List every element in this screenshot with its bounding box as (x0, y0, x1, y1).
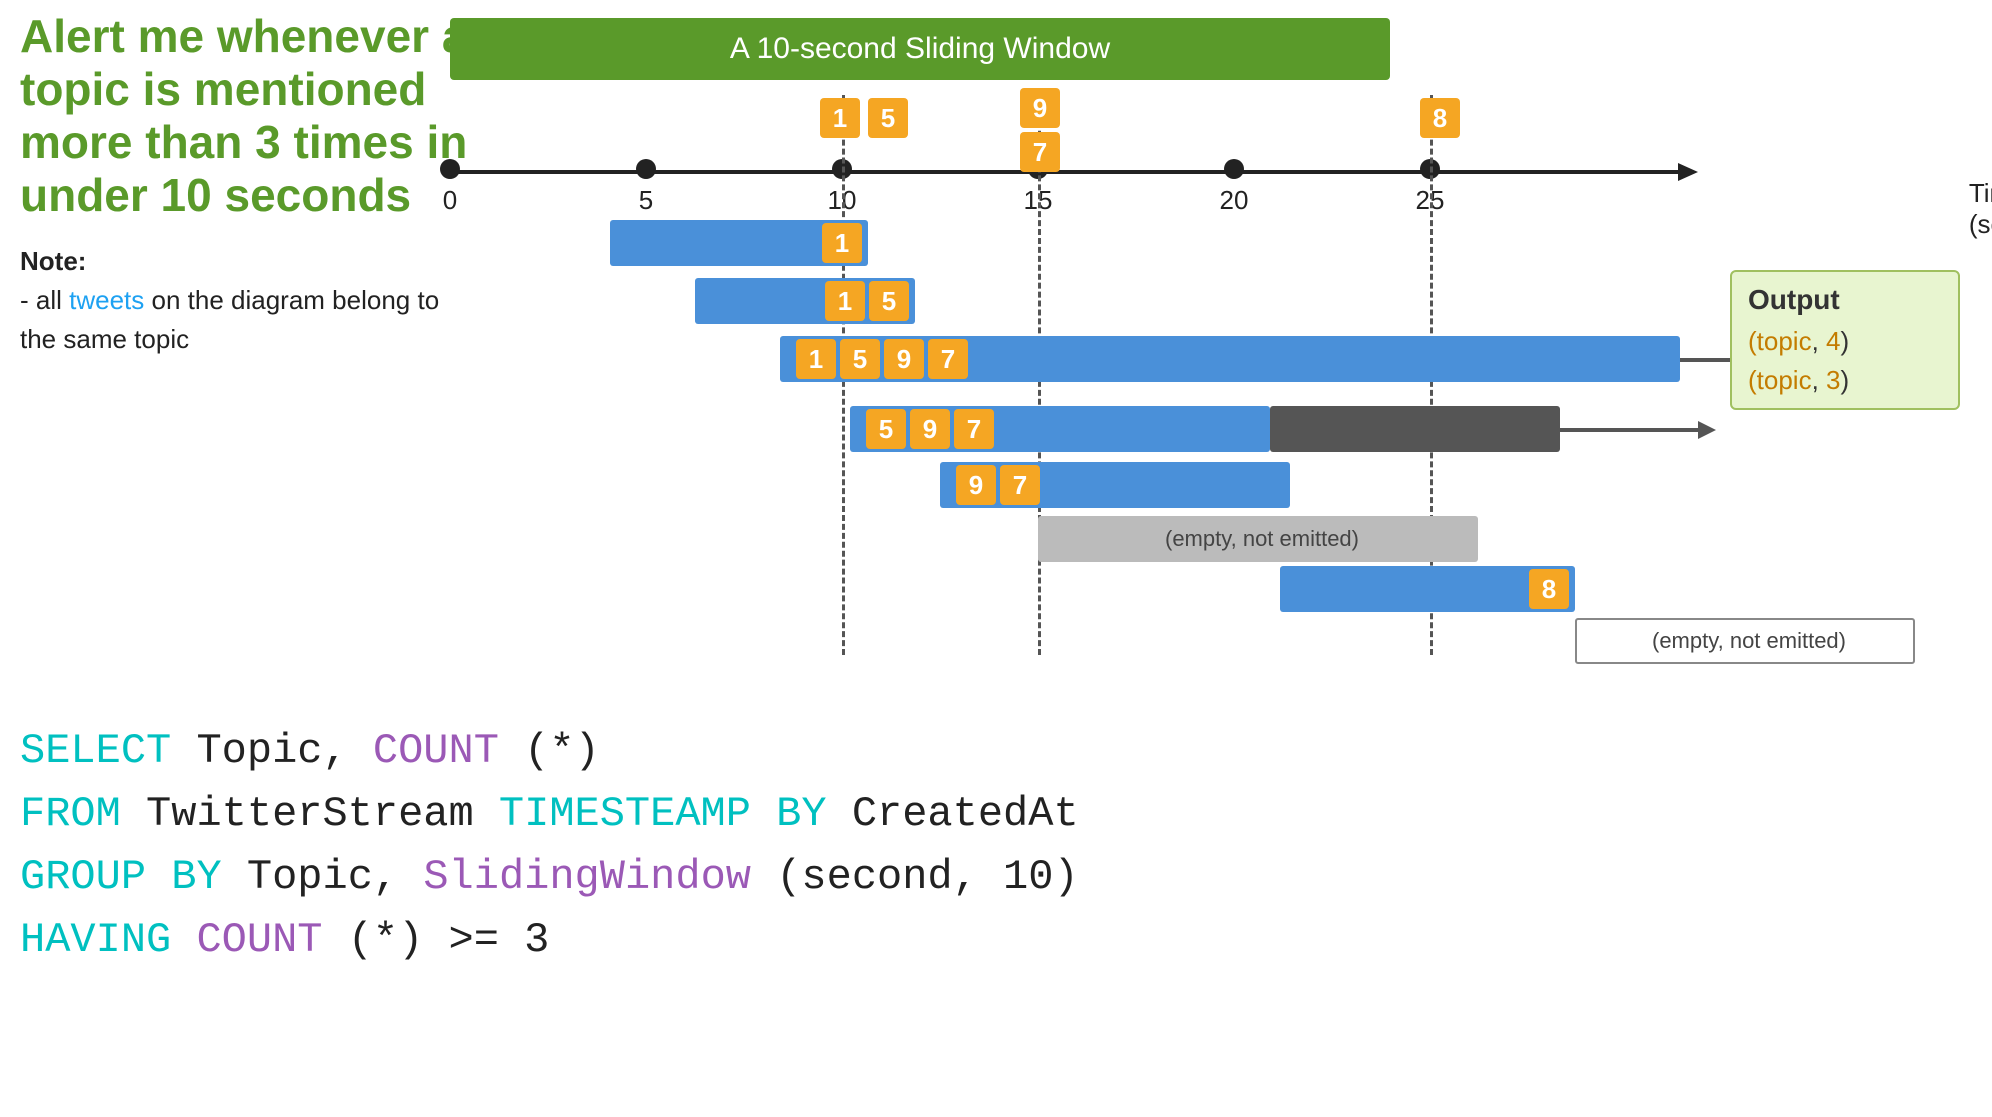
badge-top-5: 5 (868, 98, 908, 138)
badge-top-1: 1 (820, 98, 860, 138)
empty-label-2: (empty, not emitted) (1652, 628, 1846, 654)
bar2-badge-5: 5 (869, 281, 909, 321)
timeline-dot-20 (1224, 159, 1244, 179)
sql-star1: (*) (524, 727, 600, 775)
sql-having-rest: (*) >= 3 (348, 916, 550, 964)
bar3-badge-5: 5 (840, 339, 880, 379)
output-arrow-head-4 (1698, 421, 1716, 439)
bar2-badge-1: 1 (825, 281, 865, 321)
tweets-highlight: tweets (69, 285, 144, 315)
alert-text: Alert me whenever a topic is mentioned m… (20, 10, 480, 222)
sql-line3: GROUP BY Topic, SlidingWindow (second, 1… (20, 846, 1220, 909)
note-label: Note (20, 246, 78, 276)
window-bar-3: 1 5 9 7 (780, 336, 1680, 382)
window-bar-gray-2: (empty, not emitted) (1575, 618, 1915, 664)
output-box: Output (topic, 4) (topic, 3) (1730, 270, 1960, 410)
bar4-badges: 5 9 7 (866, 409, 994, 449)
bar4-badge-7: 7 (954, 409, 994, 449)
alert-line1: Alert me whenever a (20, 10, 467, 62)
left-panel: Alert me whenever a topic is mentioned m… (20, 10, 480, 359)
time-label-5: 5 (639, 185, 653, 216)
sql-createdat: CreatedAt (852, 790, 1079, 838)
sql-slidingwindow: SlidingWindow (423, 853, 751, 901)
window-bar-gray-1: (empty, not emitted) (1038, 516, 1478, 562)
diagram-area: A 10-second Sliding Window 0 5 10 15 20 … (420, 10, 1960, 710)
bar1-badges: 1 (822, 223, 862, 263)
window-bar-4-ext (1270, 406, 1560, 452)
output-arrow-4 (1560, 428, 1700, 432)
empty-label-1: (empty, not emitted) (1165, 526, 1359, 552)
bar3-badge-7: 7 (928, 339, 968, 379)
badge-top-7: 7 (1020, 132, 1060, 172)
bar5-badge-7: 7 (1000, 465, 1040, 505)
bar7-badge-8: 8 (1529, 569, 1569, 609)
window-bar-2: 1 5 (695, 278, 915, 324)
timeline-dot-5 (636, 159, 656, 179)
sql-twitterstream: TwitterStream (146, 790, 499, 838)
sql-timestamp: TIMESTEAMP (499, 790, 751, 838)
sql-having: HAVING (20, 916, 171, 964)
window-bar-1: 1 (610, 220, 868, 266)
bar4-badge-9: 9 (910, 409, 950, 449)
timeline-dot-0 (440, 159, 460, 179)
sql-line2: FROM TwitterStream TIMESTEAMP BY Created… (20, 783, 1220, 846)
alert-line3: more than 3 times in (20, 116, 467, 168)
output-item-1: (topic, 4) (1748, 326, 1942, 357)
note-section: Note: - all tweets on the diagram belong… (20, 242, 480, 359)
alert-line2: topic is mentioned (20, 63, 426, 115)
sql-by1: BY (776, 790, 826, 838)
bar3-badge-9: 9 (884, 339, 924, 379)
sql-count1: COUNT (373, 727, 499, 775)
output-label: Output (1748, 284, 1942, 316)
bar1-badge-1: 1 (822, 223, 862, 263)
time-label-20: 20 (1220, 185, 1249, 216)
sql-by2: BY (171, 853, 221, 901)
sql-line1: SELECT Topic, COUNT (*) (20, 720, 1220, 783)
bar3-badge-1: 1 (796, 339, 836, 379)
window-bar-5: 9 7 (940, 462, 1290, 508)
window-title-text: A 10-second Sliding Window (730, 32, 1110, 66)
bar7-badges: 8 (1529, 569, 1569, 609)
time-axis-label: Time(second) (1969, 178, 1992, 240)
badge-top-8: 8 (1420, 98, 1460, 138)
time-label-0: 0 (443, 185, 457, 216)
timeline (450, 170, 1680, 174)
bar5-badge-9: 9 (956, 465, 996, 505)
bar3-badges: 1 5 9 7 (796, 339, 968, 379)
bar5-badges: 9 7 (956, 465, 1040, 505)
alert-line4: under 10 seconds (20, 169, 411, 221)
output-item-2: (topic, 3) (1748, 365, 1942, 396)
window-bar-7: 8 (1280, 566, 1575, 612)
bar4-badge-5: 5 (866, 409, 906, 449)
sql-topic2: Topic, (247, 853, 423, 901)
sql-from: FROM (20, 790, 121, 838)
badge-top-9: 9 (1020, 88, 1060, 128)
bar2-badges: 1 5 (825, 281, 909, 321)
sql-topic: Topic, (196, 727, 372, 775)
note-text1: - all (20, 285, 69, 315)
window-title-bar: A 10-second Sliding Window (450, 18, 1390, 80)
window-bar-4: 5 9 7 (850, 406, 1270, 452)
sql-section: SELECT Topic, COUNT (*) FROM TwitterStre… (20, 720, 1220, 972)
sql-line4: HAVING COUNT (*) >= 3 (20, 909, 1220, 972)
sql-count2: COUNT (196, 916, 322, 964)
sql-select: SELECT (20, 727, 171, 775)
sql-group: GROUP (20, 853, 146, 901)
timeline-arrow (1678, 163, 1698, 181)
sql-sliding-args: (second, 10) (776, 853, 1078, 901)
